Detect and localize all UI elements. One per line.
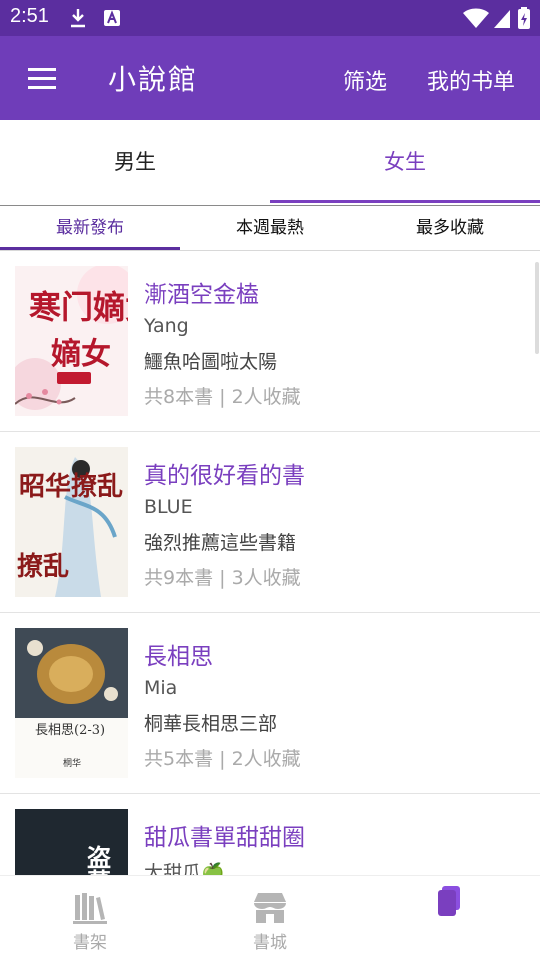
booklist-author: 大甜瓜🍏: [144, 862, 225, 875]
booklist-stats: 共9本書 | 3人收藏: [144, 567, 301, 589]
tab-newest[interactable]: 最新發布: [0, 206, 180, 250]
booklist-title: 漸酒空金榼: [144, 282, 259, 308]
tab-male[interactable]: 男生: [0, 120, 270, 204]
list-item[interactable]: 長相思(2-3) 桐华 長相思 Mia 桐華長相思三部 共5本書 | 2人收藏: [0, 613, 540, 794]
svg-text:長相思(2-3): 長相思(2-3): [35, 723, 105, 738]
wifi-icon: [463, 8, 489, 28]
app-notification-icon: [104, 10, 120, 26]
bookshelf-icon: [73, 893, 107, 924]
battery-icon: [518, 7, 530, 29]
signal-icon: [494, 10, 510, 28]
app-bar: 小說館 筛选 我的书单: [0, 36, 540, 120]
sort-tab-indicator: [0, 247, 180, 250]
download-icon: [71, 9, 85, 28]
list-item[interactable]: 寒门嫡女 嫡女 漸酒空金榼 Yang 鱷魚哈圖啦太陽 共8本書 | 2人收藏: [0, 251, 540, 432]
filter-button[interactable]: 筛选: [343, 64, 387, 96]
scrollbar[interactable]: [535, 262, 539, 354]
booklist-description: 鱷魚哈圖啦太陽: [144, 351, 278, 373]
book-cover: 盗墓笔: [15, 809, 128, 875]
booklist-author: Yang: [144, 315, 189, 337]
nav-booklist[interactable]: [360, 876, 540, 960]
my-booklist-button[interactable]: 我的书单: [427, 64, 515, 96]
booklist-description: 桐華長相思三部: [144, 713, 278, 735]
menu-icon: [28, 68, 56, 71]
svg-text:桐华: 桐华: [63, 757, 81, 769]
book-cover: 寒门嫡女 嫡女: [15, 266, 128, 416]
tab-female[interactable]: 女生: [270, 120, 540, 204]
svg-text:昭华撩乱: 昭华撩乱: [19, 471, 123, 502]
svg-text:盗墓笔: 盗墓笔: [83, 844, 112, 875]
booklist-stats: 共8本書 | 2人收藏: [144, 386, 301, 408]
nav-bookshelf-label: 書架: [73, 933, 107, 953]
bottom-nav: 書架 書城: [0, 875, 540, 960]
svg-text:撩乱: 撩乱: [17, 552, 69, 582]
booklist-author: BLUE: [144, 496, 193, 518]
booklist-list: 寒门嫡女 嫡女 漸酒空金榼 Yang 鱷魚哈圖啦太陽 共8本書 | 2人收藏 昭…: [0, 251, 540, 875]
sort-tabs: 最新發布 本週最熱 最多收藏: [0, 206, 540, 251]
booklist-title: 真的很好看的書: [144, 463, 305, 489]
app-title: 小說館: [108, 63, 199, 96]
nav-bookstore[interactable]: 書城: [180, 876, 360, 960]
booklist-title: 甜瓜書單甜甜圈: [144, 825, 305, 851]
list-item[interactable]: 盗墓笔 甜瓜書單甜甜圈 大甜瓜🍏: [0, 794, 540, 875]
tab-most-favorited[interactable]: 最多收藏: [360, 206, 540, 250]
booklist-description: 強烈推薦這些書籍: [144, 532, 297, 554]
menu-icon-line: [28, 77, 56, 80]
booklist-title: 長相思: [144, 644, 213, 670]
list-item[interactable]: 昭华撩乱 撩乱 真的很好看的書 BLUE 強烈推薦這些書籍 共9本書 | 3人收…: [0, 432, 540, 613]
svg-text:寒门嫡女: 寒门嫡女: [29, 288, 128, 326]
booklist-stats: 共5本書 | 2人收藏: [144, 748, 301, 770]
booklist-author: Mia: [144, 677, 178, 699]
menu-button[interactable]: [18, 60, 62, 96]
status-bar: 2:51: [0, 0, 540, 36]
nav-bookshelf[interactable]: 書架: [0, 876, 180, 960]
tab-weekly-hot[interactable]: 本週最熱: [180, 206, 360, 250]
svg-text:嫡女: 嫡女: [51, 337, 111, 372]
status-time: 2:51: [10, 5, 49, 27]
book-cover: 昭华撩乱 撩乱: [15, 447, 128, 597]
tab-indicator: [270, 200, 540, 203]
booklist-icon: [438, 886, 460, 916]
menu-icon-line: [28, 86, 56, 89]
book-cover: 長相思(2-3) 桐华: [15, 628, 128, 778]
nav-bookstore-label: 書城: [253, 933, 287, 953]
gender-tabs: 男生 女生: [0, 120, 540, 206]
store-icon: [254, 893, 286, 923]
